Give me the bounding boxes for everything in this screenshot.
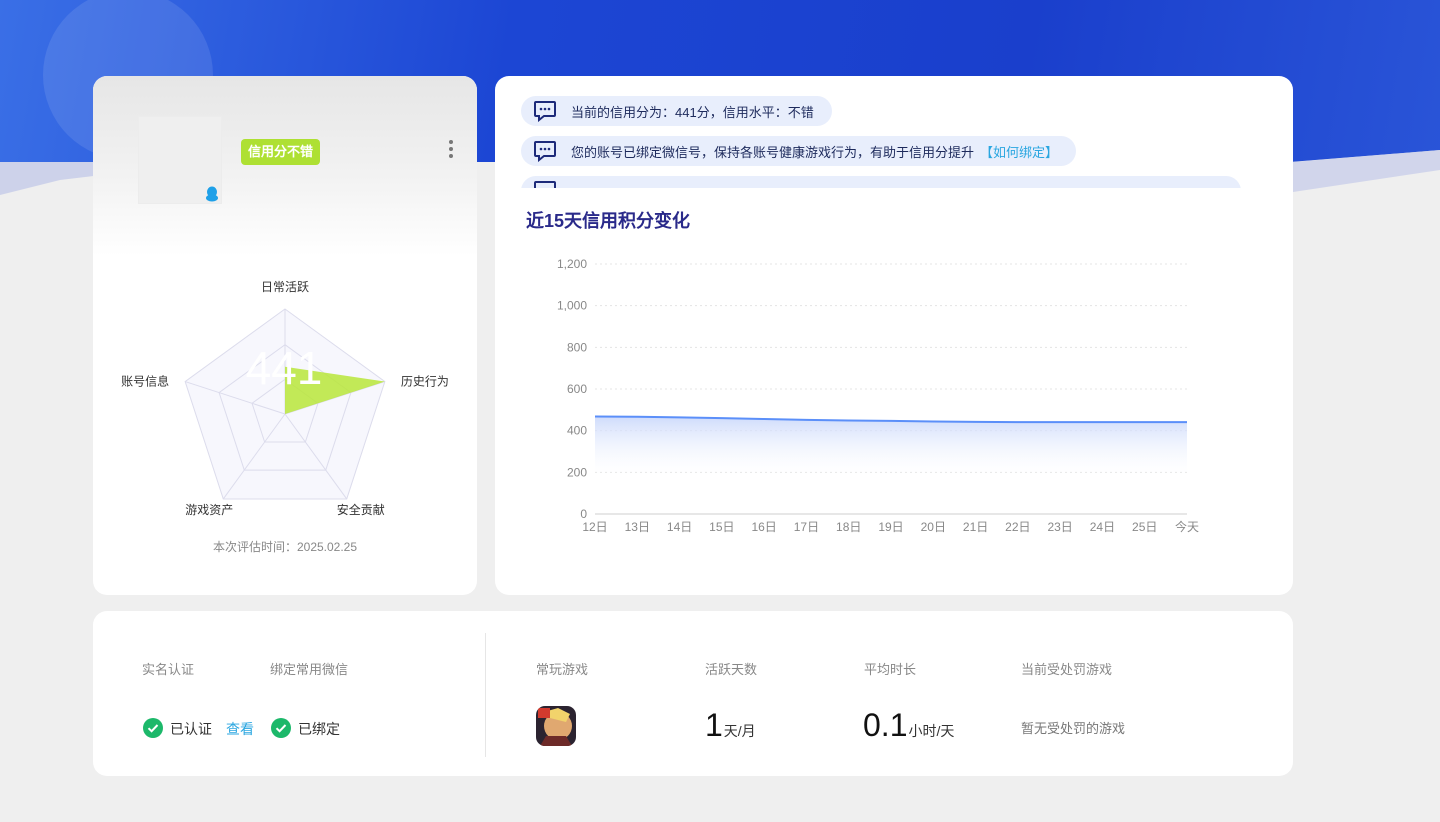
real-name-label: 实名认证: [142, 662, 195, 677]
x-tick-label: 20日: [921, 520, 946, 534]
y-tick-label: 0: [580, 507, 587, 521]
wechat-status: 已绑定: [298, 721, 340, 737]
tip-text: …: [571, 184, 584, 189]
games-label: 常玩游戏: [536, 662, 589, 677]
y-tick-label: 600: [567, 382, 587, 396]
view-link[interactable]: 查看: [226, 719, 254, 739]
game-app-icon[interactable]: [536, 706, 576, 746]
x-tick-label: 今天: [1175, 519, 1199, 534]
credit-score: 441: [246, 342, 323, 394]
tip-text: 您的账号已绑定微信号，保持各账号健康游戏行为，有助于信用分提升: [571, 144, 975, 160]
avg-time-unit: 小时/天: [908, 723, 955, 739]
radar-axis-label: 安全贡献: [337, 502, 385, 517]
x-tick-label: 24日: [1090, 520, 1115, 534]
penalty-label: 当前受处罚游戏: [1021, 662, 1113, 677]
x-tick-label: 21日: [963, 520, 988, 534]
x-tick-label: 19日: [878, 520, 903, 534]
avg-time-label: 平均时长: [864, 662, 917, 677]
credit-radar-chart: 日常活跃历史行为安全贡献 游戏资产 账号信息 441: [121, 280, 449, 517]
active-days-unit: 天/月: [723, 723, 756, 739]
account-summary-card: 实名认证 绑定常用微信 已认证 查看 已绑定 常玩游戏 活跃天数 1天/月 平均…: [93, 611, 1293, 776]
tip-text: 当前的信用分为：441分，信用水平：不错: [571, 104, 814, 120]
qq-icon: [206, 186, 218, 202]
tip-item: 您的账号已绑定微信号，保持各账号健康游戏行为，有助于信用分提升 【如何绑定】: [521, 136, 1077, 166]
profile-card: 信用分不错 日常活跃历史行为安全贡献 游戏资产 账号信息 441 本次评估时间：20…: [93, 76, 477, 595]
wechat-label: 绑定常用微信: [270, 662, 349, 677]
credit-level-badge: 信用分不错: [241, 139, 321, 165]
tip-item: 当前的信用分为：441分，信用水平：不错: [521, 96, 832, 126]
credit-line-chart: 0 200 400 600 800 1,000 1,200 12日 13日 14日 15日 16日 17…: [557, 257, 1199, 534]
x-tick-label: 25日: [1132, 520, 1157, 534]
x-tick-label: 15日: [709, 520, 734, 534]
check-circle-icon: [271, 718, 291, 738]
credit-chart-card: 当前的信用分为：441分，信用水平：不错 您的账号已绑定微信号，保持各账号健康游…: [495, 76, 1293, 595]
y-tick-label: 1,200: [557, 257, 587, 271]
chart-title: 近15天信用积分变化: [526, 211, 691, 231]
y-tick-label: 800: [567, 340, 587, 354]
x-tick-label: 12日: [582, 520, 607, 534]
radar-axis-label: 账号信息: [121, 374, 169, 389]
x-tick-label: 23日: [1047, 520, 1072, 534]
x-tick-label: 18日: [836, 520, 861, 534]
radar-axis-label: 游戏资产: [185, 503, 233, 517]
y-tick-label: 400: [567, 424, 587, 438]
tips-list: 当前的信用分为：441分，信用水平：不错 您的账号已绑定微信号，保持各账号健康游…: [521, 96, 1281, 188]
active-days-label: 活跃天数: [705, 662, 758, 677]
divider: [485, 633, 486, 757]
series-area: [595, 416, 1187, 477]
x-tick-label: 14日: [667, 520, 692, 534]
tip-item: …: [521, 176, 1241, 188]
message-icon: [534, 141, 556, 162]
active-days-value: 1: [705, 707, 723, 743]
y-tick-label: 200: [567, 465, 587, 479]
x-tick-label: 16日: [751, 520, 776, 534]
avg-time-value: 0.1: [863, 707, 908, 743]
penalty-text: 暂无受处罚的游戏: [1021, 721, 1126, 736]
radar-axis-label: 日常活跃: [261, 280, 309, 294]
radar-axis-label: 历史行为: [401, 375, 449, 389]
x-tick-label: 22日: [1005, 520, 1030, 534]
real-name-status: 已认证: [170, 721, 212, 737]
active-days-stat: 1天/月: [705, 709, 756, 747]
how-to-bind-link[interactable]: 【如何绑定】: [980, 142, 1058, 161]
x-tick-label: 17日: [794, 520, 819, 534]
x-tick-label: 13日: [625, 520, 650, 534]
evaluation-time: 本次评估时间：2025.02.25: [212, 540, 358, 554]
message-icon: [534, 101, 556, 122]
avg-time-stat: 0.1小时/天: [863, 709, 954, 747]
message-icon: [534, 181, 556, 188]
y-tick-label: 1,000: [557, 299, 587, 313]
check-circle-icon: [143, 718, 163, 738]
more-options-icon[interactable]: [443, 139, 459, 159]
